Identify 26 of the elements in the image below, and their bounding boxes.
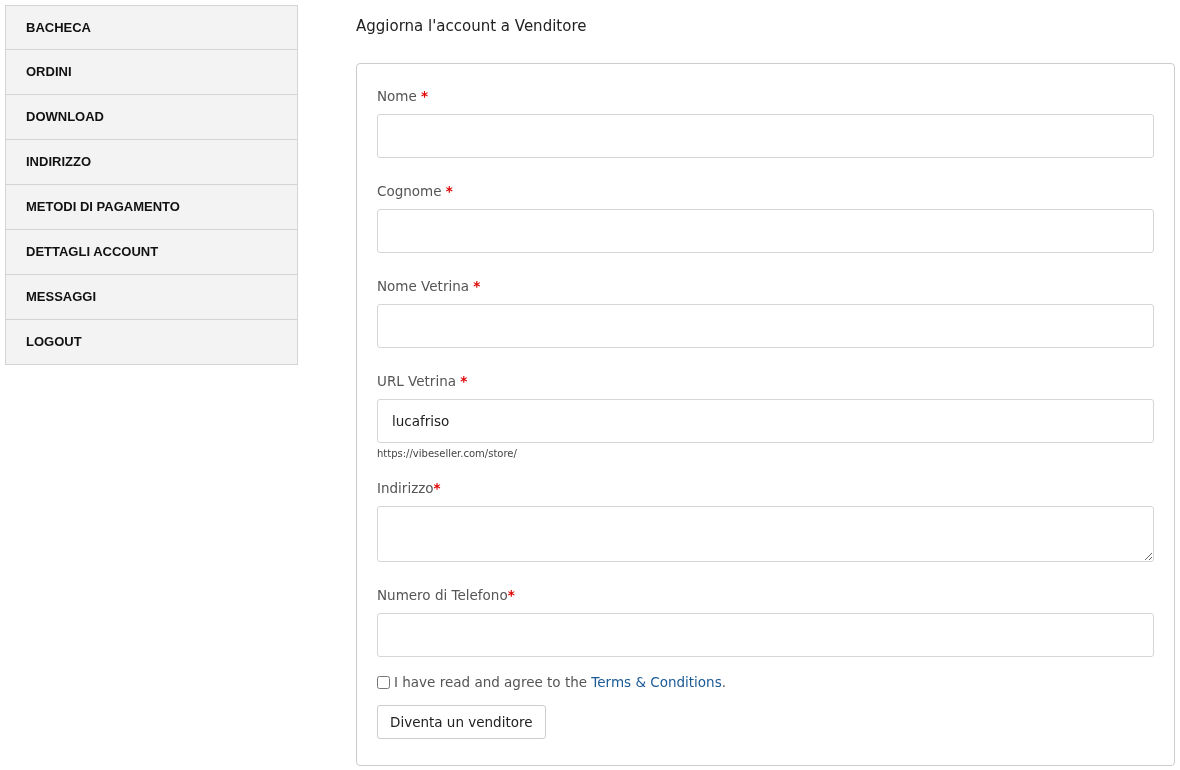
sidebar-item[interactable]: INDIRIZZO	[5, 140, 298, 185]
terms-checkbox[interactable]	[377, 675, 390, 689]
field-label: Indirizzo*	[377, 480, 442, 496]
sidebar-item[interactable]: MESSAGGI	[5, 275, 298, 320]
terms-link[interactable]: Terms & Conditions	[591, 674, 722, 690]
input-field[interactable]: lucafriso	[377, 399, 1154, 443]
sidebar-item[interactable]: DOWNLOAD	[5, 95, 298, 140]
field-label: Cognome *	[377, 183, 454, 199]
field-label: Numero di Telefono*	[377, 587, 516, 603]
textarea-field[interactable]	[377, 506, 1154, 562]
input-field[interactable]	[377, 209, 1154, 253]
input-field[interactable]	[377, 114, 1154, 158]
sidebar-item[interactable]: DETTAGLI ACCOUNT	[5, 230, 298, 275]
terms-sentence: I have read and agree to the Terms & Conditions.	[394, 674, 726, 690]
input-field[interactable]	[377, 304, 1154, 348]
sidebar-item[interactable]: ORDINI	[5, 50, 298, 95]
sidebar-item[interactable]: BACHECA	[5, 5, 298, 50]
sidebar-item[interactable]: METODI DI PAGAMENTO	[5, 185, 298, 230]
field-label: Nome *	[377, 88, 430, 104]
help-text: https://vibeseller.com/store/	[377, 448, 518, 459]
field-label: Nome Vetrina *	[377, 278, 482, 294]
page-heading: Aggiorna l'account a Venditore	[356, 17, 588, 35]
input-field[interactable]	[377, 613, 1154, 657]
sidebar-item[interactable]: LOGOUT	[5, 320, 298, 365]
field-label: URL Vetrina *	[377, 373, 469, 389]
submit-button[interactable]: Diventa un venditore	[377, 705, 546, 739]
